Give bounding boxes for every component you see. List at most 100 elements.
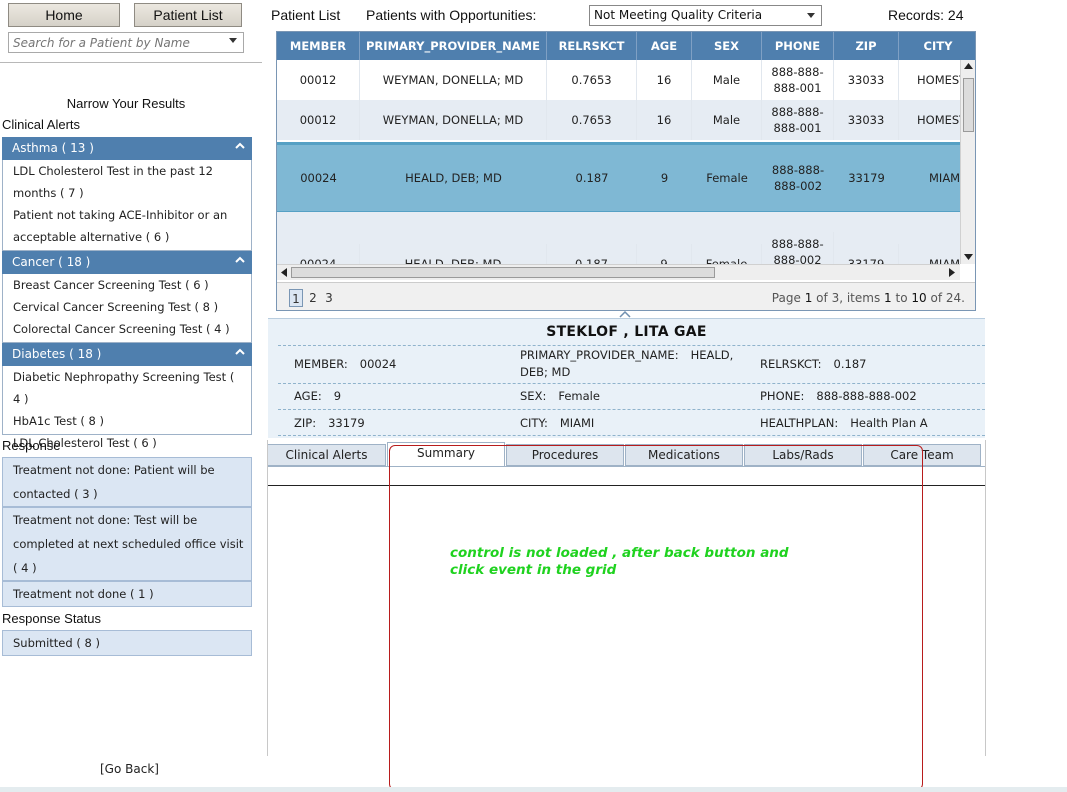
cell-phone: 888-888-888-002 <box>762 232 834 264</box>
field-label: HEALTHPLAN: <box>760 416 839 430</box>
cell-relrskct: 0.7653 <box>547 60 637 100</box>
tab-medications[interactable]: Medications <box>625 444 743 466</box>
page-link[interactable]: 3 <box>322 289 336 307</box>
patient-list-button[interactable]: Patient List <box>134 3 242 27</box>
column-header-member[interactable]: MEMBER <box>277 32 360 60</box>
tab-summary[interactable]: Summary <box>387 442 505 466</box>
page-link-current[interactable]: 1 <box>289 289 303 307</box>
filter-item[interactable]: Cervical Cancer Screening Test ( 8 ) <box>3 296 251 318</box>
table-row[interactable]: 00012 WEYMAN, DONELLA; MD 0.7653 16 Male… <box>277 100 960 140</box>
status-item[interactable]: Submitted ( 8 ) <box>2 630 252 656</box>
table-row-selected[interactable]: 00024 HEALD, DEB; MD 0.187 9 Female 888-… <box>277 142 960 212</box>
detail-healthplan: HEALTHPLAN: Health Plan A <box>760 415 928 432</box>
chevron-down-icon[interactable] <box>229 38 237 43</box>
divider <box>267 466 985 467</box>
table-row[interactable]: 00012 WEYMAN, DONELLA; MD 0.7653 16 Male… <box>277 60 960 100</box>
scroll-thumb[interactable] <box>291 267 715 278</box>
scroll-down-icon[interactable] <box>964 254 973 260</box>
tab-labs-rads[interactable]: Labs/Rads <box>744 444 862 466</box>
accordion-body-cancer: Breast Cancer Screening Test ( 6 ) Cervi… <box>2 274 252 343</box>
scroll-right-icon[interactable] <box>949 268 955 277</box>
cell-member: 00024 <box>300 171 337 185</box>
field-value: 888-888-888-002 <box>816 389 917 403</box>
accordion-label: Diabetes ( 18 ) <box>12 347 102 361</box>
field-label: MEMBER: <box>294 357 348 371</box>
page-link[interactable]: 2 <box>306 289 320 307</box>
table-row[interactable]: 00024 HEALD, DEB; MD 0.187 9 Female 888-… <box>277 212 960 264</box>
annotation-text: control is not loaded , after back butto… <box>450 545 789 578</box>
response-item[interactable]: Treatment not done ( 1 ) <box>2 581 252 607</box>
cell-phone: 888-888-888-002 <box>771 163 825 193</box>
go-back-link[interactable]: [Go Back] <box>100 762 159 776</box>
detail-phone: PHONE: 888-888-888-002 <box>760 388 917 405</box>
cell-age: 9 <box>637 244 692 264</box>
records-count: Records: 24 <box>888 7 964 23</box>
divider <box>267 485 985 486</box>
column-header-relrskct[interactable]: RELRSKCT <box>547 32 637 60</box>
detail-relrskct: RELRSKCT: 0.187 <box>760 356 866 373</box>
column-header-sex[interactable]: SEX <box>692 32 762 60</box>
field-label: PHONE: <box>760 389 805 403</box>
detail-sex: SEX: Female <box>520 388 600 405</box>
divider <box>267 440 268 756</box>
patient-grid: MEMBER PRIMARY_PROVIDER_NAME RELRSKCT AG… <box>276 31 976 311</box>
opportunities-label: Patients with Opportunities: <box>366 7 537 23</box>
splitter-handle-icon[interactable] <box>619 311 631 318</box>
home-button[interactable]: Home <box>8 3 120 27</box>
chevron-up-icon[interactable] <box>234 254 246 266</box>
cell-city: MIAMI <box>929 171 960 185</box>
pager-text: Page <box>771 291 801 305</box>
narrow-results-title: Narrow Your Results <box>66 96 186 111</box>
chevron-up-icon[interactable] <box>234 140 246 152</box>
tab-care-team[interactable]: Care Team <box>863 444 981 466</box>
field-label: RELRSKCT: <box>760 357 822 371</box>
filter-item[interactable]: LDL Cholesterol Test in the past 12 mont… <box>3 160 251 204</box>
detail-city: CITY: MIAMI <box>520 415 594 432</box>
patient-list-label: Patient List <box>271 7 341 23</box>
accordion-asthma[interactable]: Asthma ( 13 ) <box>2 137 252 160</box>
chevron-down-icon[interactable] <box>807 13 815 18</box>
cell-member: 00012 <box>277 60 360 100</box>
accordion-body-diabetes: Diabetic Nephropathy Screening Test ( 4 … <box>2 366 252 450</box>
cell-city: MIAMI <box>899 244 960 264</box>
tab-clinical-alerts[interactable]: Clinical Alerts <box>267 444 386 466</box>
cell-zip: 33033 <box>834 100 899 140</box>
column-header-phone[interactable]: PHONE <box>762 32 834 60</box>
vertical-scrollbar[interactable] <box>960 60 975 264</box>
cell-provider: HEALD, DEB; MD <box>360 244 547 264</box>
horizontal-scrollbar[interactable] <box>277 264 960 280</box>
column-header-age[interactable]: AGE <box>637 32 692 60</box>
tab-procedures[interactable]: Procedures <box>506 444 624 466</box>
scroll-up-icon[interactable] <box>964 63 973 69</box>
detail-provider: PRIMARY_PROVIDER_NAME: HEALD, DEB; MD <box>520 347 760 381</box>
response-title: Response <box>2 438 61 453</box>
column-header-provider[interactable]: PRIMARY_PROVIDER_NAME <box>360 32 547 60</box>
accordion-cancer[interactable]: Cancer ( 18 ) <box>2 251 252 274</box>
accordion-body-asthma: LDL Cholesterol Test in the past 12 mont… <box>2 160 252 251</box>
patient-search-combobox[interactable] <box>8 32 244 53</box>
chevron-up-icon[interactable] <box>234 346 246 358</box>
filter-item[interactable]: Patient not taking ACE-Inhibitor or an a… <box>3 204 251 248</box>
cell-zip: 33179 <box>834 244 899 264</box>
cell-city: HOMESTEAD <box>899 100 960 140</box>
bottom-strip <box>0 787 1067 792</box>
filter-item[interactable]: Breast Cancer Screening Test ( 6 ) <box>3 274 251 296</box>
cell-member: 00012 <box>277 100 360 140</box>
scroll-thumb[interactable] <box>963 78 974 132</box>
column-header-zip[interactable]: ZIP <box>834 32 899 60</box>
filter-item[interactable]: HbA1c Test ( 8 ) <box>3 410 251 432</box>
scroll-left-icon[interactable] <box>281 268 287 277</box>
patient-search-input[interactable] <box>9 33 219 52</box>
cell-relrskct: 0.187 <box>547 244 637 264</box>
opportunity-select[interactable]: Not Meeting Quality Criteria <box>589 5 822 26</box>
cell-age: 16 <box>637 60 692 100</box>
filter-item[interactable]: Colorectal Cancer Screening Test ( 4 ) <box>3 318 251 340</box>
column-header-city[interactable]: CITY <box>899 32 975 60</box>
response-item[interactable]: Treatment not done: Patient will be cont… <box>2 457 252 507</box>
accordion-diabetes[interactable]: Diabetes ( 18 ) <box>2 343 252 366</box>
response-item[interactable]: Treatment not done: Test will be complet… <box>2 507 252 581</box>
filter-item[interactable]: Diabetic Nephropathy Screening Test ( 4 … <box>3 366 251 410</box>
pager-current-page: 1 <box>804 291 813 305</box>
grid-body: 00012 WEYMAN, DONELLA; MD 0.7653 16 Male… <box>277 60 960 264</box>
pager-total-items: 24. <box>945 291 965 305</box>
